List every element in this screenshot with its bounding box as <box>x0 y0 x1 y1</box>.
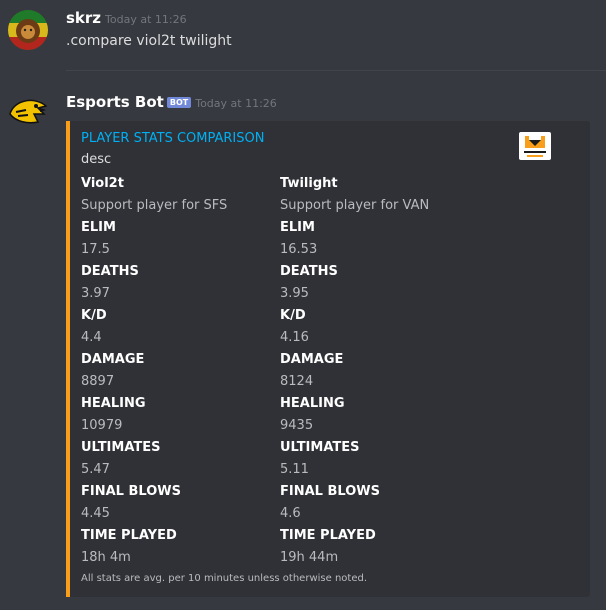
stat-value: 19h 44m <box>280 550 339 565</box>
stat-label: HEALING <box>81 396 146 411</box>
author-name-text[interactable]: skrz <box>66 9 101 27</box>
stat-value: 4.45 <box>81 506 110 521</box>
stat-label: K/D <box>81 308 107 323</box>
stat-value: 18h 4m <box>81 550 131 565</box>
stat-label: DAMAGE <box>81 352 145 367</box>
stat-label: DEATHS <box>81 264 139 279</box>
player-right-column: Twilight Support player for VAN ELIM 16.… <box>280 173 470 569</box>
bot-avatar[interactable] <box>8 92 48 132</box>
embed-footer: All stats are avg. per 10 minutes unless… <box>81 573 367 584</box>
stat-label: DEATHS <box>280 264 338 279</box>
stat-label: ELIM <box>280 220 315 235</box>
stat-elim: ELIM 16.53 <box>280 217 470 261</box>
stat-label: FINAL BLOWS <box>81 484 181 499</box>
message-timestamp: Today at 11:26 <box>195 97 277 110</box>
stat-value: 17.5 <box>81 242 110 257</box>
stat-label: TIME PLAYED <box>280 528 376 543</box>
stat-ultimates: ULTIMATES 5.11 <box>280 437 470 481</box>
stat-healing: HEALING 9435 <box>280 393 470 437</box>
user-avatar[interactable] <box>8 10 48 50</box>
stat-value: 5.11 <box>280 462 309 477</box>
embed-description: desc <box>81 152 112 167</box>
stat-final-blows: FINAL BLOWS 4.45 <box>81 481 271 525</box>
stat-label: DAMAGE <box>280 352 344 367</box>
stat-player: Viol2t Support player for SFS <box>81 173 271 217</box>
stat-value: 9435 <box>280 418 314 433</box>
message-text: .compare viol2t twilight <box>66 33 232 49</box>
message-timestamp: Today at 11:26 <box>105 13 187 26</box>
stat-time-played: TIME PLAYED 19h 44m <box>280 525 470 569</box>
player-left-column: Viol2t Support player for SFS ELIM 17.5 … <box>81 173 271 569</box>
stat-time-played: TIME PLAYED 18h 4m <box>81 525 271 569</box>
stat-value: 4.16 <box>280 330 309 345</box>
stat-label: HEALING <box>280 396 345 411</box>
stat-label: TIME PLAYED <box>81 528 177 543</box>
embed-thumbnail[interactable] <box>519 132 551 160</box>
stat-label: ULTIMATES <box>81 440 161 455</box>
stats-embed: PLAYER STATS COMPARISON desc Viol2t Supp… <box>66 121 590 597</box>
stat-value: 10979 <box>81 418 123 433</box>
stat-value: 3.95 <box>280 286 309 301</box>
author-name[interactable]: Esports Bot BOT Today at 11:26 <box>66 93 277 111</box>
stat-deaths: DEATHS 3.97 <box>81 261 271 305</box>
stat-player: Twilight Support player for VAN <box>280 173 470 217</box>
stat-label: ULTIMATES <box>280 440 360 455</box>
stat-value: 8897 <box>81 374 115 389</box>
stat-value: 16.53 <box>280 242 318 257</box>
bot-badge: BOT <box>166 97 192 108</box>
author-name-text[interactable]: Esports Bot <box>66 93 164 111</box>
stat-damage: DAMAGE 8124 <box>280 349 470 393</box>
player-role: Support player for SFS <box>81 198 228 213</box>
stat-value: 4.4 <box>81 330 102 345</box>
player-name: Viol2t <box>81 176 124 191</box>
stat-deaths: DEATHS 3.95 <box>280 261 470 305</box>
stat-label: ELIM <box>81 220 116 235</box>
stat-value: 8124 <box>280 374 314 389</box>
stat-label: K/D <box>280 308 306 323</box>
stat-final-blows: FINAL BLOWS 4.6 <box>280 481 470 525</box>
stat-kd: K/D 4.4 <box>81 305 271 349</box>
player-name: Twilight <box>280 176 338 191</box>
lion-avatar-icon <box>8 10 48 50</box>
overwatch-league-logo-icon <box>519 132 551 160</box>
stat-healing: HEALING 10979 <box>81 393 271 437</box>
player-role: Support player for VAN <box>280 198 430 213</box>
stat-ultimates: ULTIMATES 5.47 <box>81 437 271 481</box>
stat-label: FINAL BLOWS <box>280 484 380 499</box>
stat-elim: ELIM 17.5 <box>81 217 271 261</box>
stat-kd: K/D 4.16 <box>280 305 470 349</box>
stat-damage: DAMAGE 8897 <box>81 349 271 393</box>
author-name[interactable]: skrz Today at 11:26 <box>66 9 187 27</box>
message-skrz: skrz Today at 11:26 .compare viol2t twili… <box>0 0 606 70</box>
stat-value: 5.47 <box>81 462 110 477</box>
hawkeye-logo-icon <box>8 92 48 132</box>
message-divider <box>66 70 606 71</box>
stat-value: 3.97 <box>81 286 110 301</box>
embed-title[interactable]: PLAYER STATS COMPARISON <box>81 131 264 146</box>
stat-value: 4.6 <box>280 506 301 521</box>
